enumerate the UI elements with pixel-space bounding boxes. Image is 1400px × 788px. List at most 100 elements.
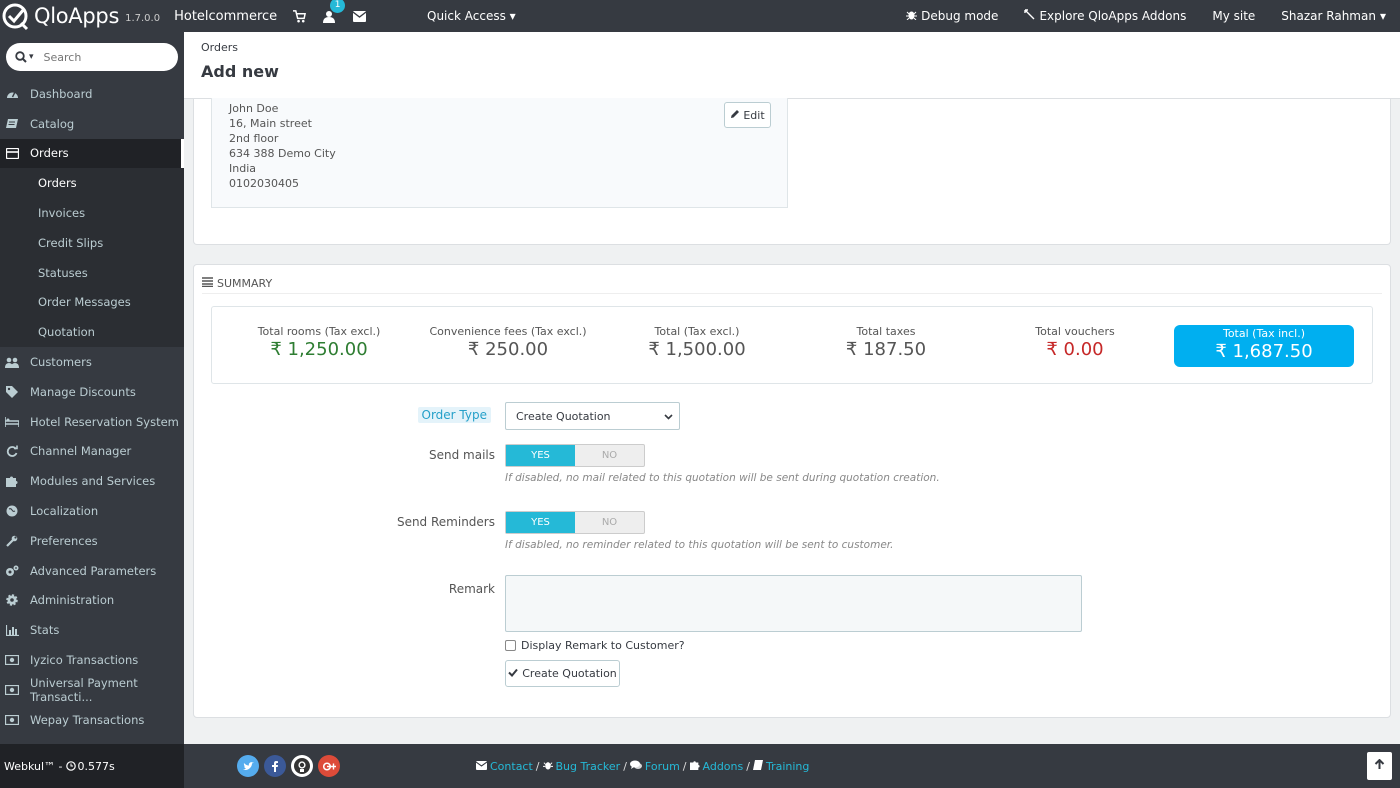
facebook-icon[interactable] <box>264 755 286 777</box>
footer-link-bug-tracker[interactable]: Bug Tracker <box>542 760 620 773</box>
submenu-item-order-messages[interactable]: Order Messages <box>0 287 184 318</box>
divider <box>202 293 1382 294</box>
sidebar-item-label: Modules and Services <box>30 474 156 489</box>
sidebar-item-label: Advanced Parameters <box>30 563 157 578</box>
edit-address-button[interactable]: Edit <box>724 102 771 128</box>
sidebar-item-label: Orders <box>30 146 69 161</box>
sidebar-item-customers[interactable]: Customers <box>0 347 184 377</box>
money-icon <box>5 713 19 727</box>
sidebar-item-preferences[interactable]: Preferences <box>0 526 184 556</box>
search-icon[interactable]: ▾ <box>15 51 34 63</box>
send-reminders-yes[interactable]: YES <box>506 512 575 533</box>
submenu-item-statuses[interactable]: Statuses <box>0 257 184 288</box>
shop-name[interactable]: Hotelcommerce <box>174 9 277 24</box>
address-line: 16, Main street <box>229 117 312 130</box>
refresh-icon <box>5 444 19 458</box>
remark-label: Remark <box>448 582 495 596</box>
bar-chart-icon <box>5 623 19 637</box>
sidebar-item-catalog[interactable]: Catalog <box>0 109 184 139</box>
sidebar-item-label: Localization <box>30 504 99 519</box>
debug-mode-link[interactable]: Debug mode <box>906 9 998 23</box>
breadcrumb[interactable]: Orders <box>201 41 238 54</box>
order-type-select[interactable]: Create Quotation <box>505 402 680 430</box>
footer-link-label: Forum <box>644 759 680 773</box>
send-mails-toggle[interactable]: YES NO <box>505 444 645 467</box>
submenu-item-credit-slips[interactable]: Credit Slips <box>0 227 184 258</box>
sidebar-item-label: Universal Payment Transacti... <box>30 675 138 704</box>
twitter-icon[interactable] <box>237 755 259 777</box>
send-reminders-no[interactable]: NO <box>575 512 644 533</box>
sidebar-item-universal-payment-transactions[interactable]: Universal Payment Transacti... <box>0 675 184 705</box>
search-box[interactable]: ▾ <box>6 43 178 71</box>
stat-label: Total vouchers <box>1035 325 1115 338</box>
sidebar-item-channel-manager[interactable]: Channel Manager <box>0 437 184 467</box>
sidebar-item-label: Administration <box>30 593 115 608</box>
puzzle-icon <box>689 760 700 773</box>
explore-addons-link[interactable]: Explore QloApps Addons <box>1024 9 1186 23</box>
submenu-item-quotation[interactable]: Quotation <box>0 317 184 348</box>
submenu-item-orders[interactable]: Orders <box>0 168 184 199</box>
footer-link-forum[interactable]: Forum <box>629 759 680 773</box>
arrow-up-icon <box>1374 758 1385 773</box>
order-type-label: Order Type <box>417 407 491 423</box>
send-mails-yes[interactable]: YES <box>506 445 575 466</box>
top-navbar: QloApps 1.7.0.0 Hotelcommerce 1 Quick Ac… <box>0 0 1400 32</box>
stat-label: Convenience fees (Tax excl.) <box>429 325 587 338</box>
stat-value: ₹ 1,250.00 <box>270 339 368 360</box>
user-menu[interactable]: Shazar Rahman ▾ <box>1281 9 1386 23</box>
sidebar-item-label: Preferences <box>30 533 98 548</box>
summary-totals: Total rooms (Tax excl.) ₹ 1,250.00 Conve… <box>211 306 1373 384</box>
send-reminders-toggle[interactable]: YES NO <box>505 511 645 534</box>
puzzle-icon <box>5 474 19 488</box>
sidebar-item-hotel-reservation-system[interactable]: Hotel Reservation System <box>0 407 184 437</box>
submenu-item-invoices[interactable]: Invoices <box>0 198 184 228</box>
footer-link-label: Training <box>765 759 810 773</box>
footer-link-training[interactable]: Training <box>752 759 810 773</box>
envelope-icon[interactable] <box>351 8 367 24</box>
sidebar-item-modules-and-services[interactable]: Modules and Services <box>0 466 184 496</box>
stat-label: Total (Tax incl.) <box>1222 327 1306 340</box>
send-mails-no[interactable]: NO <box>575 445 644 466</box>
social-links <box>237 755 340 777</box>
sidebar-item-label: Dashboard <box>30 86 93 101</box>
bed-icon <box>5 415 19 429</box>
footer-link-contact[interactable]: Contact <box>475 760 533 773</box>
sidebar-item-wepay-transactions[interactable]: Wepay Transactions <box>0 705 184 735</box>
chevron-down-icon <box>664 411 673 424</box>
display-remark-row[interactable]: Display Remark to Customer? <box>505 639 685 652</box>
cart-icon[interactable] <box>291 8 307 24</box>
sidebar-item-localization[interactable]: Localization <box>0 496 184 526</box>
my-site-link[interactable]: My site <box>1212 9 1255 23</box>
address-line: 634 388 Demo City <box>229 147 336 160</box>
my-site-label: My site <box>1212 9 1256 23</box>
page-header: Orders Add new <box>184 32 1400 99</box>
book-icon <box>752 759 763 773</box>
stat-label: Total rooms (Tax excl.) <box>257 325 381 338</box>
google-plus-icon[interactable] <box>318 755 340 777</box>
sidebar-footer: Webkul™ - 0.577s <box>0 744 184 788</box>
sidebar-item-stats[interactable]: Stats <box>0 615 184 645</box>
remark-textarea[interactable] <box>505 575 1082 632</box>
envelope-icon <box>475 760 488 773</box>
sidebar-item-manage-discounts[interactable]: Manage Discounts <box>0 377 184 407</box>
create-quotation-button[interactable]: Create Quotation <box>505 660 620 687</box>
stat-total-vouchers: Total vouchers ₹ 0.00 <box>985 325 1165 360</box>
sidebar-item-administration[interactable]: Administration <box>0 586 184 616</box>
footer-link-addons[interactable]: Addons <box>689 760 743 773</box>
github-icon[interactable] <box>291 755 313 777</box>
check-icon <box>508 667 519 680</box>
sidebar-item-iyzico-transactions[interactable]: Iyzico Transactions <box>0 645 184 675</box>
search-input[interactable] <box>43 50 154 64</box>
customers-icon <box>5 355 19 369</box>
sidebar-item-orders[interactable]: Orders <box>0 138 184 169</box>
display-remark-checkbox[interactable] <box>505 640 516 651</box>
stat-total-taxes: Total taxes ₹ 187.50 <box>796 325 976 360</box>
globe-icon <box>5 504 19 518</box>
quick-access-dropdown[interactable]: Quick Access ▾ <box>427 0 516 32</box>
sidebar-item-advanced-parameters[interactable]: Advanced Parameters <box>0 556 184 586</box>
puzzle-icon <box>1024 9 1035 23</box>
sidebar-item-dashboard[interactable]: Dashboard <box>0 79 184 109</box>
scroll-to-top-button[interactable] <box>1367 752 1392 780</box>
logo[interactable]: QloApps 1.7.0.0 <box>0 0 160 32</box>
customer-notification-icon[interactable]: 1 <box>321 0 346 24</box>
